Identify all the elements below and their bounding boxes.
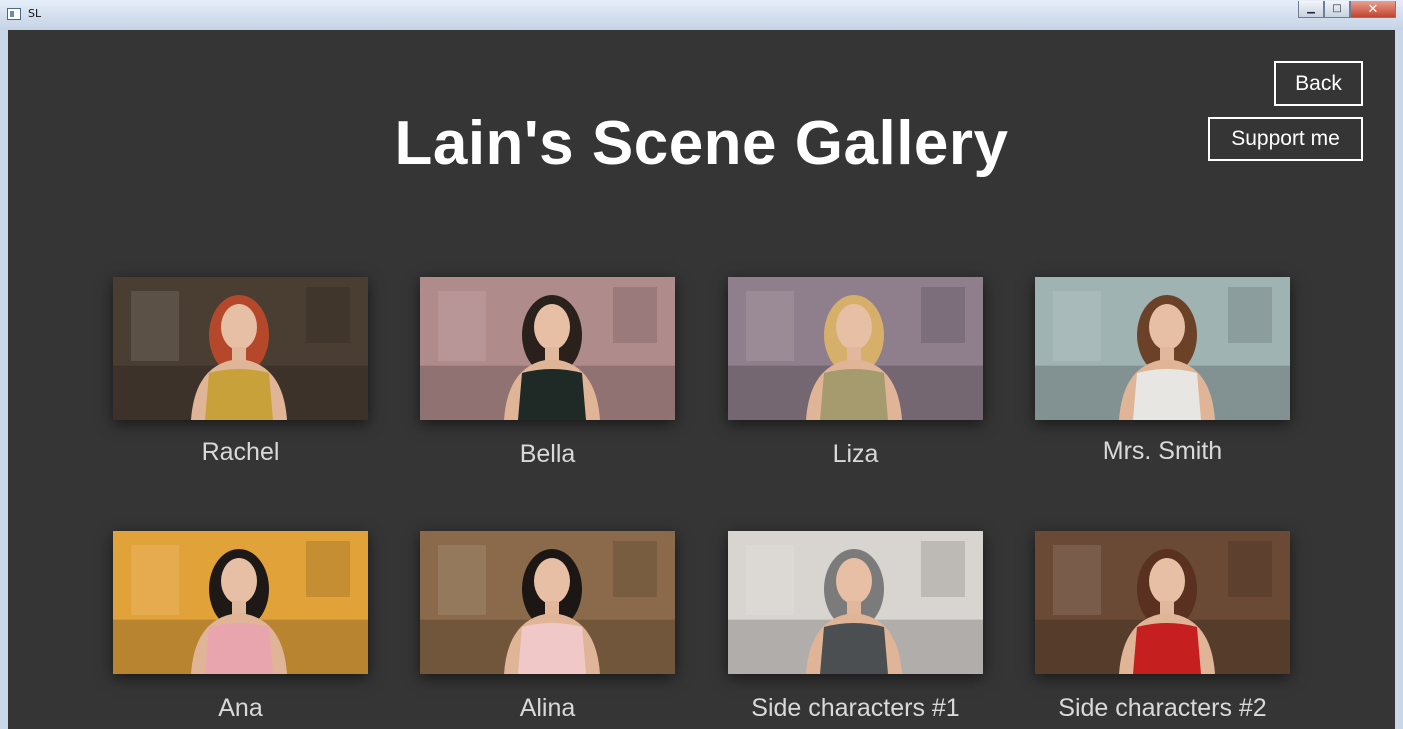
page-title: Lain's Scene Gallery	[394, 109, 1009, 178]
character-name: Ana	[218, 694, 263, 722]
back-button[interactable]: Back	[1274, 61, 1363, 106]
character-thumbnail[interactable]	[420, 531, 675, 674]
character-card[interactable]: Side characters #2	[1035, 531, 1290, 723]
character-name: Mrs. Smith	[1102, 437, 1223, 465]
window-title: SL	[28, 7, 42, 20]
minimize-button[interactable]: ▁	[1298, 1, 1324, 18]
character-card[interactable]: Bella	[420, 277, 675, 469]
character-thumbnail[interactable]	[420, 277, 675, 420]
character-name: Liza	[832, 440, 879, 468]
app-icon	[7, 8, 21, 20]
game-viewport: Lain's Scene Gallery Back Support me Rac…	[8, 30, 1395, 729]
character-card[interactable]: Alina	[420, 531, 675, 723]
character-name: Alina	[519, 694, 576, 722]
character-card[interactable]: Ana	[113, 531, 368, 723]
character-name: Bella	[519, 440, 576, 468]
character-thumbnail[interactable]	[1035, 277, 1290, 420]
character-card[interactable]: Mrs. Smith	[1035, 277, 1290, 466]
character-card[interactable]: Liza	[728, 277, 983, 469]
character-thumbnail[interactable]	[113, 531, 368, 674]
character-card[interactable]: Side characters #1	[728, 531, 983, 723]
character-thumbnail[interactable]	[728, 277, 983, 420]
support-me-button[interactable]: Support me	[1208, 117, 1363, 161]
character-name: Rachel	[201, 438, 280, 466]
close-button[interactable]: ✕	[1350, 1, 1396, 18]
character-thumbnail[interactable]	[113, 277, 368, 420]
window-titlebar: SL ▁ □ ✕	[0, 0, 1403, 30]
character-thumbnail[interactable]	[728, 531, 983, 674]
character-card[interactable]: Rachel	[113, 277, 368, 467]
maximize-button[interactable]: □	[1324, 1, 1350, 18]
character-thumbnail[interactable]	[1035, 531, 1290, 674]
character-name: Side characters #2	[1058, 694, 1267, 722]
character-name: Side characters #1	[751, 694, 960, 722]
window-controls: ▁ □ ✕	[1298, 1, 1396, 18]
